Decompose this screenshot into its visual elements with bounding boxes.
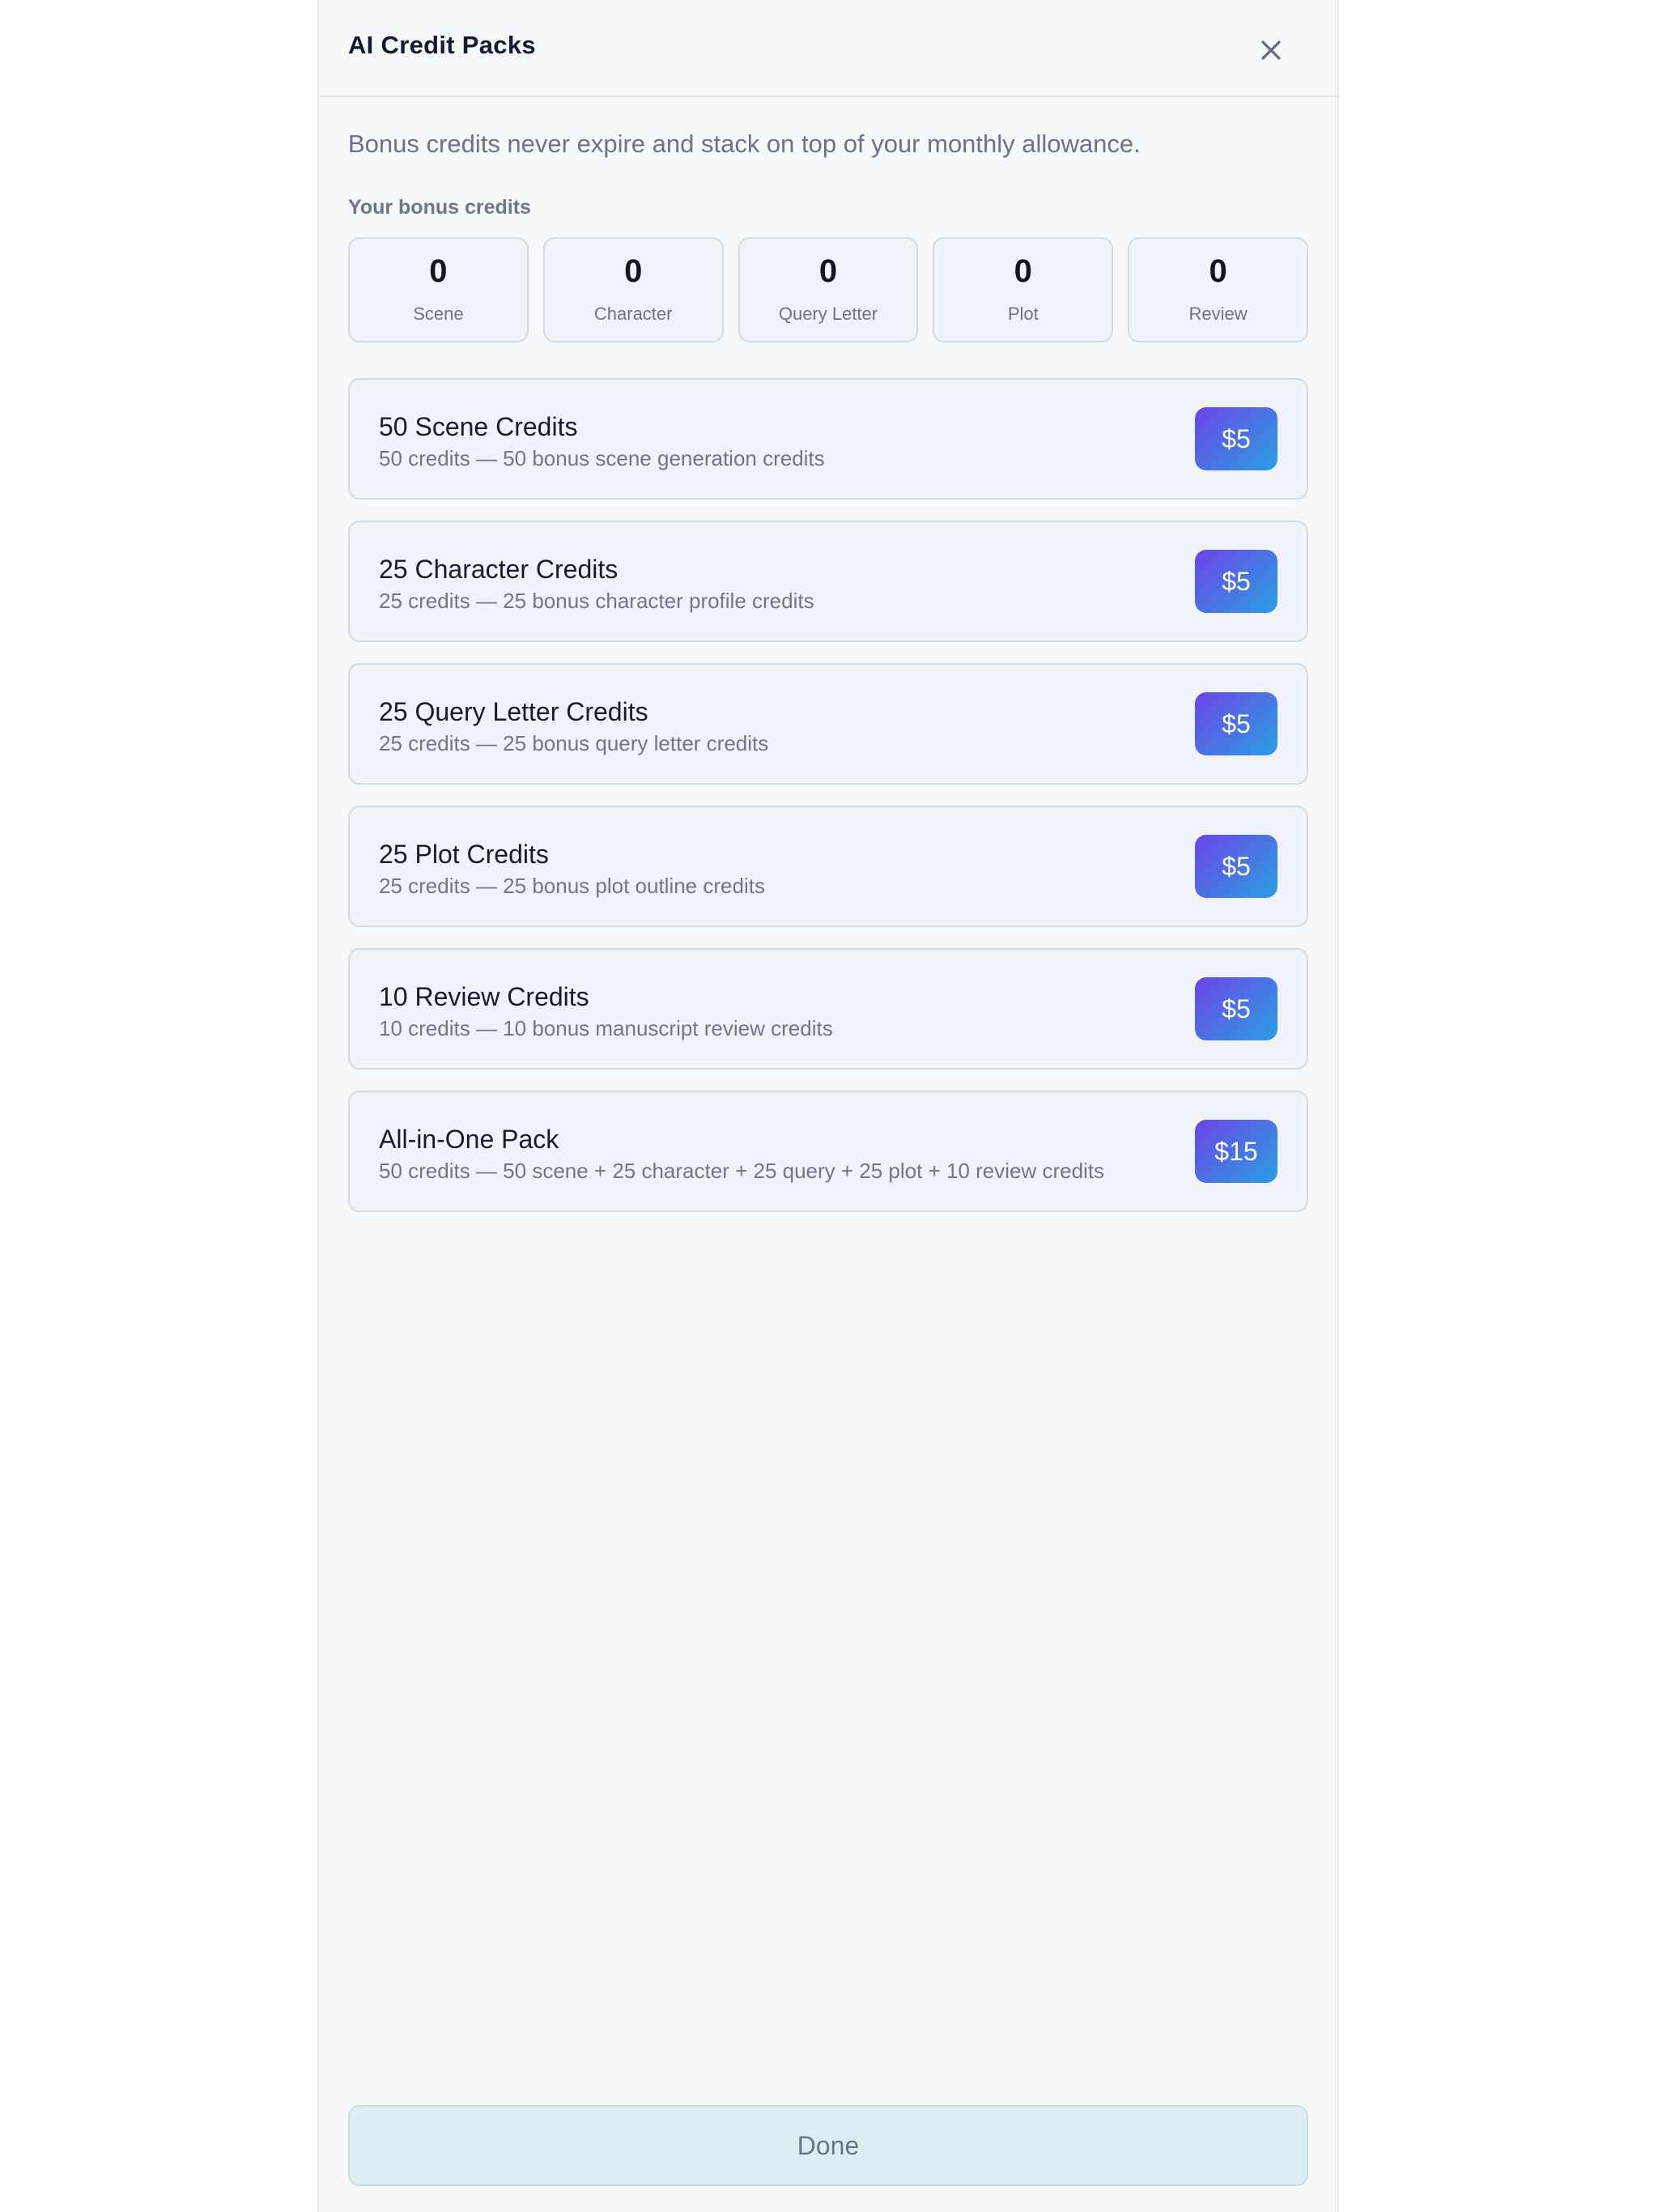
pack-name: All-in-One Pack xyxy=(379,1125,559,1155)
pack-review-credits: 10 Review Credits 10 credits — 10 bonus … xyxy=(348,948,1308,1070)
pack-name: 10 Review Credits xyxy=(379,982,589,1012)
close-icon xyxy=(1261,40,1281,60)
pack-name: 25 Character Credits xyxy=(379,555,619,585)
close-button[interactable] xyxy=(1252,31,1290,70)
panel-title: AI Credit Packs xyxy=(348,31,536,59)
pack-all-in-one: All-in-One Pack 50 credits — 50 scene + … xyxy=(348,1091,1308,1213)
pack-scene-credits: 50 Scene Credits 50 credits — 50 bonus s… xyxy=(348,378,1308,500)
pack-description: 25 credits — 25 bonus character profile … xyxy=(379,589,814,614)
stat-value: 0 xyxy=(1209,253,1227,290)
bonus-credits-summary: 0 Scene 0 Character 0 Query Letter 0 Plo… xyxy=(348,237,1308,343)
panel-header: AI Credit Packs xyxy=(319,0,1337,97)
stat-value: 0 xyxy=(1014,253,1032,290)
stat-value: 0 xyxy=(624,253,643,290)
pack-description: 50 credits — 50 scene + 25 character + 2… xyxy=(379,1159,1105,1184)
stat-label: Query Letter xyxy=(778,304,878,325)
stat-label: Character xyxy=(593,304,673,325)
credit-pack-list: 50 Scene Credits 50 credits — 50 bonus s… xyxy=(348,378,1308,1213)
pack-description: 50 credits — 50 bonus scene generation c… xyxy=(379,446,825,471)
panel-content: Bonus credits never expire and stack on … xyxy=(319,128,1337,1213)
buy-button[interactable]: $5 xyxy=(1195,692,1278,756)
pack-plot-credits: 25 Plot Credits 25 credits — 25 bonus pl… xyxy=(348,806,1308,928)
stat-plot: 0 Plot xyxy=(933,237,1114,343)
pack-name: 50 Scene Credits xyxy=(379,412,578,442)
stat-value: 0 xyxy=(818,253,838,290)
buy-button[interactable]: $5 xyxy=(1195,407,1278,471)
buy-button[interactable]: $5 xyxy=(1195,550,1278,614)
stat-value: 0 xyxy=(429,253,448,290)
buy-button[interactable]: $5 xyxy=(1195,977,1278,1041)
buy-button[interactable]: $15 xyxy=(1195,1120,1278,1184)
pack-description: 10 credits — 10 bonus manuscript review … xyxy=(379,1016,833,1041)
credit-packs-panel: AI Credit Packs Bonus credits never expi… xyxy=(317,0,1339,2212)
stat-scene: 0 Scene xyxy=(348,237,529,343)
pack-name: 25 Query Letter Credits xyxy=(379,697,648,727)
pack-description: 25 credits — 25 bonus plot outline credi… xyxy=(379,874,765,899)
bonus-credits-label: Your bonus credits xyxy=(348,196,531,219)
stat-review: 0 Review xyxy=(1128,237,1308,343)
stat-character: 0 Character xyxy=(542,237,724,343)
stat-query-letter: 0 Query Letter xyxy=(738,237,919,343)
buy-button[interactable]: $5 xyxy=(1195,835,1278,899)
done-button[interactable]: Done xyxy=(348,2105,1308,2186)
stat-label: Plot xyxy=(1007,304,1039,325)
intro-text: Bonus credits never expire and stack on … xyxy=(348,130,1141,158)
pack-name: 25 Plot Credits xyxy=(379,840,549,870)
pack-character-credits: 25 Character Credits 25 credits — 25 bon… xyxy=(348,521,1308,643)
pack-description: 25 credits — 25 bonus query letter credi… xyxy=(379,731,769,756)
stat-label: Review xyxy=(1188,304,1248,325)
pack-query-letter-credits: 25 Query Letter Credits 25 credits — 25 … xyxy=(348,663,1308,785)
stat-label: Scene xyxy=(413,304,464,325)
